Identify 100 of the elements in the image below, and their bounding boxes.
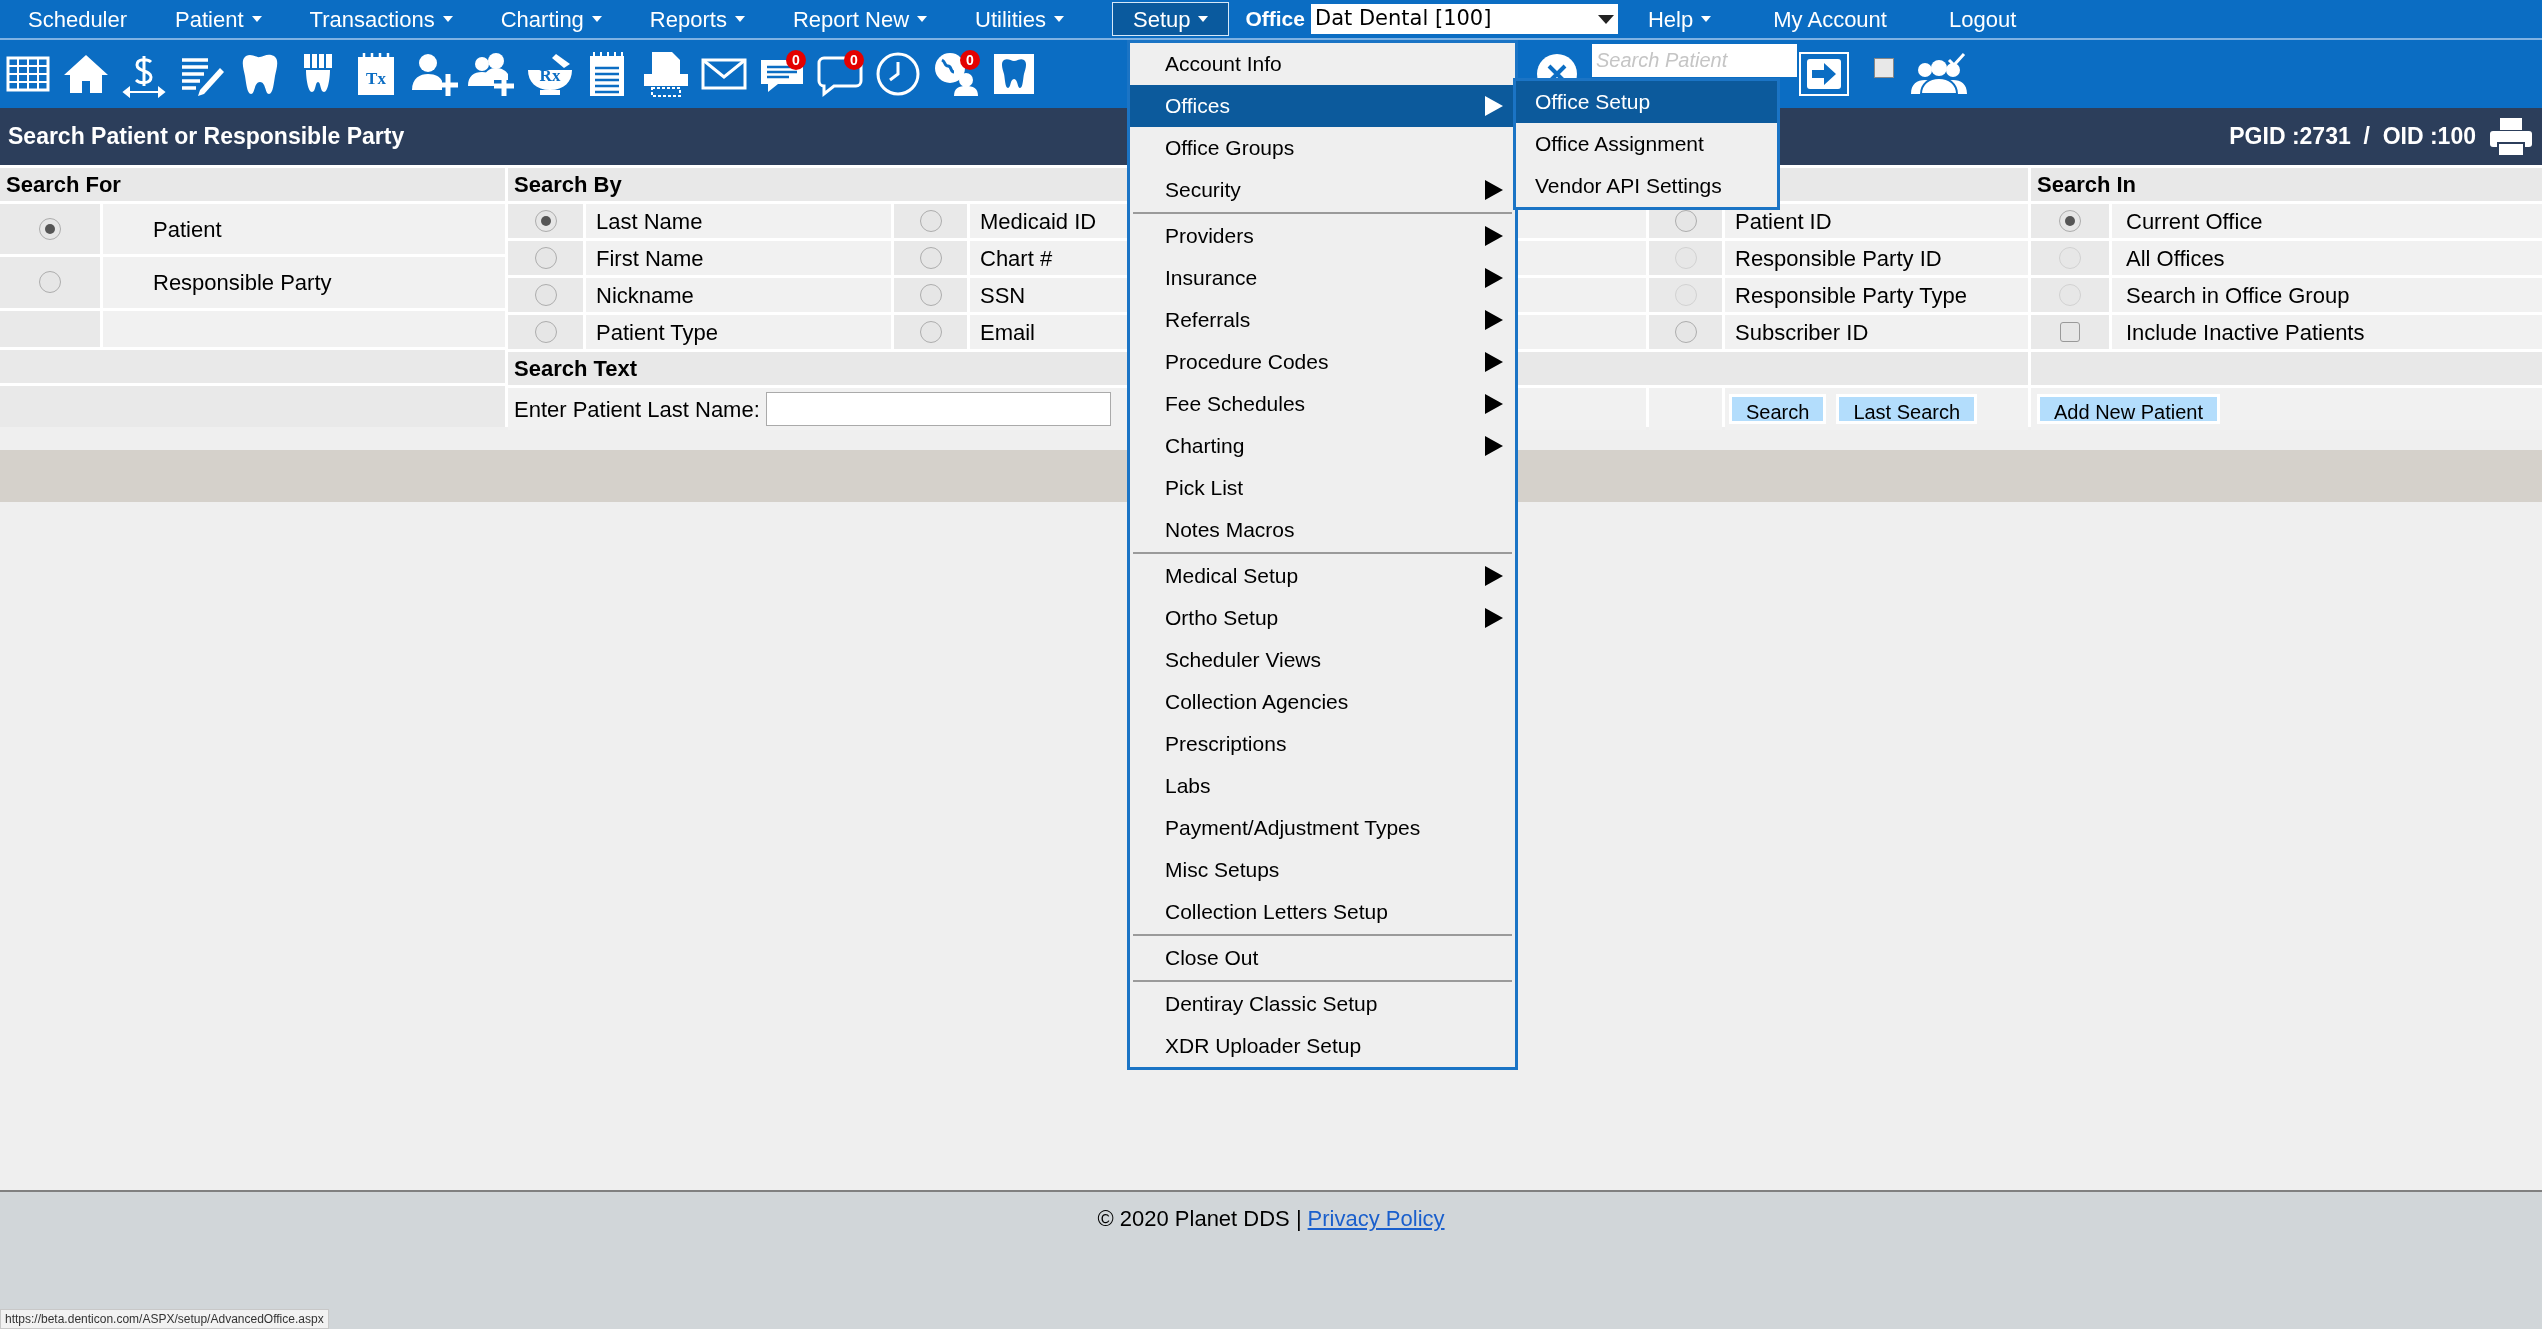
menu-item[interactable]: Account Info — [1130, 43, 1515, 85]
menu-item[interactable]: Close Out — [1130, 937, 1515, 979]
caret-icon — [734, 16, 745, 22]
add-group-icon[interactable] — [468, 50, 516, 98]
last-name-field[interactable] — [765, 392, 1111, 426]
menu-item[interactable]: Procedure Codes — [1130, 341, 1515, 383]
menu-item[interactable]: Offices — [1130, 85, 1515, 127]
menu-item[interactable]: Office Groups — [1130, 127, 1515, 169]
nav-menu-item[interactable]: Utilities — [975, 2, 1064, 36]
dropdown-caret-icon[interactable] — [1598, 14, 1614, 24]
arrow-icon — [1485, 566, 1503, 586]
option-label: Last Name — [596, 207, 703, 236]
menu-item[interactable]: Office Assignment — [1516, 123, 1777, 165]
radio-button[interactable] — [534, 284, 557, 306]
menu-item[interactable]: Pick List — [1130, 467, 1515, 509]
option-label: Medicaid ID — [980, 207, 1097, 236]
menu-item[interactable]: Charting — [1130, 425, 1515, 467]
option-label: Include Inactive Patients — [2126, 318, 2365, 347]
option-label: Subscriber ID — [1735, 318, 1869, 347]
patient-search-field[interactable]: Search Patient — [1592, 44, 1797, 77]
nav-menu-item[interactable]: Charting — [500, 2, 602, 36]
radio-button[interactable] — [39, 271, 61, 294]
go-button[interactable] — [1799, 52, 1849, 96]
menu-item[interactable]: Collection Letters Setup — [1130, 891, 1515, 933]
option-label: Patient Type — [596, 318, 718, 347]
checkbox[interactable] — [1874, 58, 1894, 78]
menu-item[interactable]: Collection Agencies — [1130, 681, 1515, 723]
group-check-icon[interactable] — [1909, 52, 1969, 96]
menu-item[interactable]: Vendor API Settings — [1516, 165, 1777, 207]
arrow-icon — [1485, 310, 1503, 330]
nav-menu-item[interactable]: Logout — [1948, 2, 2017, 36]
radio-button[interactable] — [2059, 210, 2081, 232]
menu-item[interactable]: Office Setup — [1516, 81, 1777, 123]
option-label: First Name — [596, 244, 704, 273]
nav-menu-item[interactable]: Scheduler — [28, 2, 128, 36]
count-badge: 0 — [960, 50, 980, 70]
caret-icon — [917, 16, 928, 22]
radio-button[interactable] — [534, 247, 557, 269]
nav-menu-item[interactable]: Setup — [1111, 2, 1230, 36]
printer-icon[interactable] — [642, 50, 690, 98]
nav-menu-item[interactable]: Reports — [649, 2, 745, 36]
radio-button[interactable] — [534, 210, 557, 232]
clock-icon[interactable] — [874, 50, 922, 98]
caret-icon — [1053, 16, 1064, 22]
section-heading: Search By — [514, 171, 622, 199]
radio-button[interactable] — [919, 284, 942, 306]
privacy-link[interactable]: Privacy Policy — [1307, 1202, 1445, 1235]
office-select[interactable]: Dat Dental [100] — [1311, 4, 1618, 34]
section-heading: Search In — [2037, 171, 2137, 199]
count-badge: 0 — [844, 50, 864, 70]
add-patient-button[interactable]: Add New Patient — [2037, 394, 2220, 424]
nav-menu-item[interactable]: Patient — [175, 2, 262, 36]
nav-menu-item[interactable]: My Account — [1773, 2, 1887, 36]
option-label: Current Office — [2126, 207, 2263, 236]
radio-button[interactable] — [534, 321, 557, 343]
arrow-icon — [1485, 352, 1503, 372]
section-heading: Search Text — [514, 355, 638, 383]
page-title: Search Patient or Responsible Party — [8, 122, 405, 152]
menu-item[interactable]: Referrals — [1130, 299, 1515, 341]
menu-item[interactable]: Dentiray Classic Setup — [1130, 983, 1515, 1025]
menu-item[interactable]: XDR Uploader Setup — [1130, 1025, 1515, 1067]
menu-item[interactable]: Insurance — [1130, 257, 1515, 299]
option-label: Responsible Party ID — [1735, 244, 1942, 273]
radio-button[interactable] — [919, 321, 942, 343]
menu-item[interactable]: Scheduler Views — [1130, 639, 1515, 681]
radio-button[interactable] — [1674, 321, 1697, 343]
arrow-icon — [1485, 226, 1503, 246]
radio-button[interactable] — [1674, 210, 1697, 232]
radio-button[interactable] — [919, 210, 942, 232]
menu-item[interactable]: Labs — [1130, 765, 1515, 807]
menu-item[interactable]: Notes Macros — [1130, 509, 1515, 551]
nav-menu-item[interactable]: Help — [1648, 2, 1712, 36]
section-heading: Search For — [6, 171, 121, 199]
menu-item[interactable]: Providers — [1130, 215, 1515, 257]
checkbox[interactable] — [2060, 322, 2080, 342]
search-button[interactable]: Search — [1729, 394, 1827, 424]
nav-menu-item[interactable]: Report New — [792, 2, 928, 36]
caret-icon — [1701, 16, 1712, 22]
option-label: SSN — [980, 281, 1026, 310]
menu-item[interactable]: Misc Setups — [1130, 849, 1515, 891]
option-label: All Offices — [2126, 244, 2225, 273]
caret-icon — [442, 16, 453, 22]
menu-item[interactable]: Payment/Adjustment Types — [1130, 807, 1515, 849]
menu-item[interactable]: Medical Setup — [1130, 555, 1515, 597]
radio-button[interactable] — [919, 247, 942, 269]
arrow-icon — [1485, 436, 1503, 456]
menu-item[interactable]: Ortho Setup — [1130, 597, 1515, 639]
menu-item[interactable]: Prescriptions — [1130, 723, 1515, 765]
radio-button[interactable] — [39, 218, 61, 241]
copyright-text: © 2020 Planet DDS | — [1097, 1205, 1302, 1233]
search-button[interactable]: Last Search — [1836, 394, 1978, 424]
option-label: Email — [980, 318, 1035, 347]
menu-item[interactable]: Fee Schedules — [1130, 383, 1515, 425]
ids-text: PGID :2731 / OID :100 — [2229, 122, 2476, 152]
option-label: Patient ID — [1735, 207, 1832, 236]
caret-icon — [251, 16, 262, 22]
nav-menu-item[interactable]: Transactions — [309, 2, 453, 36]
menu-item[interactable]: Security — [1130, 169, 1515, 211]
printer-icon[interactable] — [2488, 115, 2534, 158]
arrow-icon — [1485, 96, 1503, 116]
